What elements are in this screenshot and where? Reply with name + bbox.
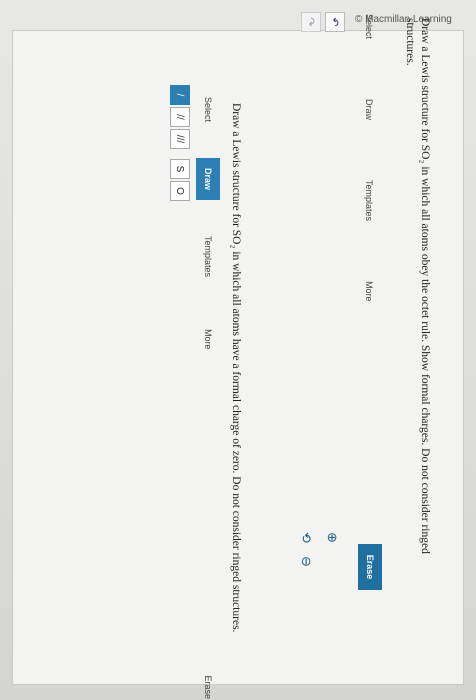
double-bond-button[interactable]: // [170, 107, 190, 127]
zoom-reset-icon[interactable]: ⟲ [298, 532, 314, 543]
undo-icon: ↶ [328, 17, 341, 27]
single-bond-button[interactable]: / [170, 85, 190, 105]
atom-s-button[interactable]: S [170, 159, 190, 179]
triple-bond-button[interactable]: /// [170, 129, 190, 149]
redo-button[interactable]: ↷ [301, 12, 321, 32]
tab-select[interactable]: Select [360, 8, 378, 45]
erase-button[interactable]: Erase [358, 544, 382, 590]
tab2-more[interactable]: More [203, 323, 213, 356]
zoom-out-icon[interactable]: ⊖ [298, 556, 314, 567]
tab2-erase[interactable]: Erase [203, 669, 213, 700]
tab-more[interactable]: More [360, 275, 378, 308]
redo-icon: ↷ [304, 17, 317, 27]
question-text: Draw a Lewis structure for SO₂ in which … [404, 18, 431, 554]
toolbar-2: Select Draw Templates More Erase [196, 85, 220, 700]
tab2-select[interactable]: Select [203, 91, 213, 128]
drawing-widget-2: Draw a Lewis structure for SO₂ in which … [62, 85, 242, 700]
undo-button[interactable]: ↶ [325, 12, 345, 32]
toolbar: Select Draw Templates More [356, 8, 382, 568]
bond-toolbar: / // /// S O [170, 85, 190, 201]
tab-draw[interactable]: Draw [360, 93, 378, 126]
zoom-in-icon[interactable]: ⊕ [324, 532, 340, 543]
tab2-templates[interactable]: Templates [203, 230, 213, 283]
tab2-draw[interactable]: Draw [196, 158, 220, 201]
atom-o-button[interactable]: O [170, 181, 190, 201]
question-2-text: Draw a Lewis structure for SO₂ in which … [230, 103, 242, 633]
tab-templates[interactable]: Templates [360, 174, 378, 227]
